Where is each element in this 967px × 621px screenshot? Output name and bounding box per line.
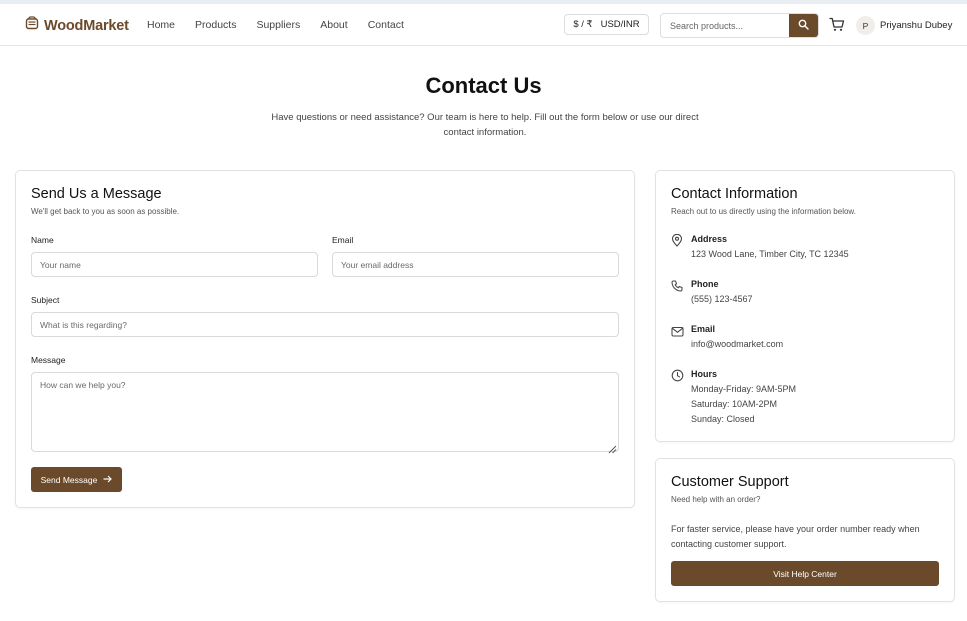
name-field[interactable]: [31, 252, 318, 277]
store-icon: [25, 16, 39, 35]
nav-about[interactable]: About: [320, 19, 347, 31]
form-title: Send Us a Message: [31, 186, 162, 202]
send-message-label: Send Message: [40, 474, 98, 485]
search-button[interactable]: [789, 14, 818, 37]
clock-icon: [671, 369, 684, 387]
visit-help-center-button[interactable]: Visit Help Center: [671, 561, 939, 586]
cart-icon: [829, 17, 845, 36]
customer-support-card: Customer Support Need help with an order…: [655, 458, 955, 602]
hours-sunday: Sunday: Closed: [691, 414, 755, 424]
hours-saturday: Saturday: 10AM-2PM: [691, 399, 778, 409]
resize-handle-icon[interactable]: [608, 441, 617, 459]
page-title: Contact Us: [425, 73, 542, 98]
currency-symbols: $ / ₹: [573, 19, 593, 30]
address-value: 123 Wood Lane, Timber City, TC 12345: [691, 249, 849, 259]
brand-name: WoodMarket: [44, 17, 129, 34]
mail-icon: [671, 324, 684, 342]
brand-logo[interactable]: WoodMarket: [25, 16, 129, 35]
contact-info-subtitle: Reach out to us directly using the infor…: [671, 207, 856, 216]
currency-label: USD/INR: [600, 19, 640, 30]
support-text: For faster service, please have your ord…: [671, 524, 920, 549]
subject-label: Subject: [31, 295, 60, 305]
form-subtitle: We'll get back to you as soon as possibl…: [31, 207, 180, 216]
avatar[interactable]: P: [856, 16, 875, 35]
phone-value: (555) 123-4567: [691, 294, 753, 304]
search-icon: [798, 17, 809, 35]
message-field[interactable]: [31, 372, 619, 452]
search-bar: [660, 13, 819, 38]
support-title: Customer Support: [671, 474, 789, 490]
contact-info-card: Contact Information Reach out to us dire…: [655, 170, 955, 442]
currency-toggle[interactable]: $ / ₹ USD/INR: [564, 14, 649, 35]
nav-products[interactable]: Products: [195, 19, 236, 31]
nav-suppliers[interactable]: Suppliers: [256, 19, 300, 31]
nav-contact[interactable]: Contact: [368, 19, 404, 31]
search-input[interactable]: [661, 14, 791, 37]
arrow-right-icon: [103, 475, 113, 485]
message-label: Message: [31, 355, 66, 365]
name-label: Name: [31, 235, 54, 245]
nav-home[interactable]: Home: [147, 19, 175, 31]
main-nav: Home Products Suppliers About Contact: [147, 19, 404, 31]
address-label: Address: [691, 234, 728, 244]
hours-weekday: Monday-Friday: 9AM-5PM: [691, 384, 797, 394]
top-navbar: WoodMarket Home Products Suppliers About…: [0, 4, 967, 46]
cart-button[interactable]: [829, 17, 845, 37]
email-field[interactable]: [332, 252, 619, 277]
hours-label: Hours: [691, 369, 718, 379]
email-value[interactable]: info@woodmarket.com: [691, 337, 783, 352]
page-intro: Have questions or need assistance? Our t…: [271, 112, 699, 138]
support-subtitle: Need help with an order?: [671, 495, 761, 504]
email-label: Email: [332, 235, 354, 245]
email-info-label: Email: [691, 324, 716, 334]
message-form-card: Send Us a Message We'll get back to you …: [15, 170, 635, 508]
user-name[interactable]: Priyanshu Dubey: [880, 20, 952, 31]
phone-icon: [671, 279, 683, 297]
phone-label: Phone: [691, 279, 719, 289]
map-pin-icon: [671, 233, 683, 252]
send-message-button[interactable]: Send Message: [31, 467, 122, 492]
contact-info-title: Contact Information: [671, 186, 798, 202]
subject-field[interactable]: [31, 312, 619, 337]
